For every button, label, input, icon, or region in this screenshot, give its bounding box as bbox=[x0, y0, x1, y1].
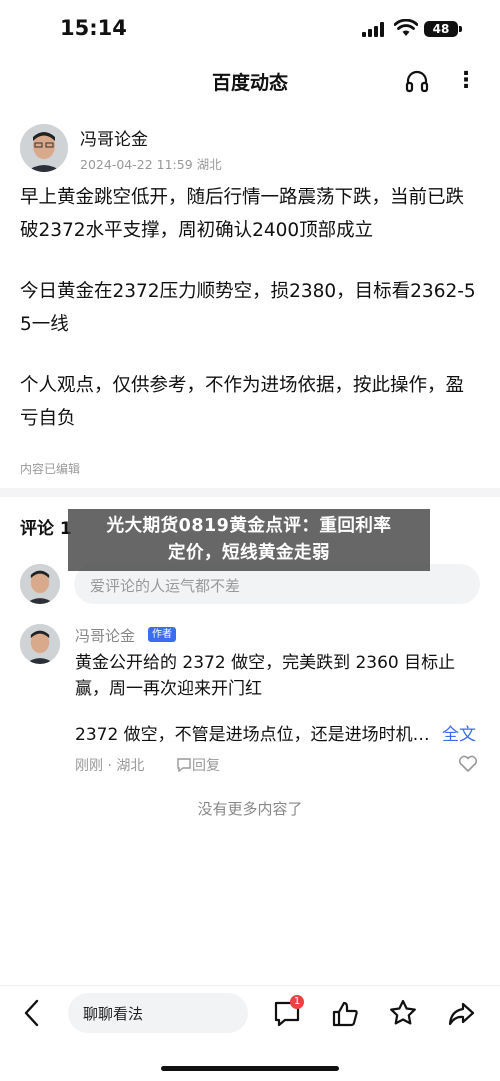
comment-count-badge: 1 bbox=[290, 995, 304, 1009]
post-paragraph: 今日黄金在2372压力顺势空，损2380，目标看2362-55一线 bbox=[20, 281, 476, 335]
home-indicator[interactable] bbox=[161, 1066, 339, 1071]
edited-label: 内容已编辑 bbox=[20, 462, 81, 476]
reply-label: 回复 bbox=[192, 758, 220, 774]
post-paragraph: 个人观点，仅供参考，不作为进场依据，按此操作，盈亏自负 bbox=[20, 375, 465, 429]
wifi-icon bbox=[394, 19, 418, 36]
headphones-icon[interactable] bbox=[404, 68, 430, 94]
expand-full-text-link[interactable]: 全文 bbox=[442, 722, 476, 748]
commenter-name[interactable]: 冯哥论金 bbox=[75, 625, 135, 646]
section-divider bbox=[0, 488, 500, 497]
comments-title: 评论 1 bbox=[20, 519, 72, 539]
star-icon[interactable] bbox=[388, 998, 418, 1028]
status-time: 15:14 bbox=[60, 16, 127, 40]
back-icon[interactable] bbox=[20, 998, 46, 1028]
more-options-icon[interactable]: ⋮ bbox=[455, 66, 477, 96]
chat-input-label: 聊聊看法 bbox=[83, 1005, 144, 1023]
reply-icon bbox=[177, 758, 191, 773]
share-icon[interactable] bbox=[446, 999, 476, 1029]
commenter-avatar[interactable] bbox=[20, 624, 60, 664]
battery-indicator: 48 bbox=[424, 21, 458, 37]
comment-meta: 刚刚 · 湖北 bbox=[75, 758, 145, 774]
author-name[interactable]: 冯哥论金 bbox=[80, 125, 148, 150]
my-avatar bbox=[20, 564, 60, 604]
chat-input[interactable]: 聊聊看法 bbox=[68, 993, 248, 1033]
headline-line-1: 光大期货0819黄金点评：重回利率 bbox=[106, 516, 392, 536]
comment-text: 黄金公开给的 2372 做空，完美跌到 2360 目标止赢，周一再次迎来开门红 bbox=[75, 653, 456, 699]
headline-line-2: 定价，短线黄金走弱 bbox=[168, 543, 330, 563]
post-paragraph: 早上黄金跳空低开，随后行情一路震荡下跌，当前已跌破2372水平支撑，周初确认24… bbox=[20, 187, 465, 241]
headline-overlay-text: 光大期货0819黄金点评：重回利率 定价，短线黄金走弱 bbox=[68, 509, 430, 567]
reply-button[interactable]: 回复 bbox=[176, 755, 220, 775]
post-timestamp-location: 2024-04-22 11:59 湖北 bbox=[80, 157, 222, 172]
bottom-bar-border bbox=[0, 985, 500, 986]
comment-text-truncated: 2372 做空，不管是进场点位，还是进场时机，都是非常精准的 bbox=[75, 725, 431, 745]
thumbs-up-icon[interactable] bbox=[330, 999, 360, 1029]
author-badge: 作者 bbox=[148, 627, 176, 642]
like-heart-icon[interactable] bbox=[458, 755, 478, 773]
author-avatar[interactable] bbox=[20, 124, 68, 172]
no-more-content: 没有更多内容了 bbox=[197, 800, 303, 818]
comment-input-placeholder: 爱评论的人运气都不差 bbox=[90, 577, 241, 595]
post-body: 早上黄金跳空低开，随后行情一路震荡下跌，当前已跌破2372水平支撑，周初确认24… bbox=[20, 182, 478, 464]
battery-nub bbox=[459, 26, 462, 32]
cellular-signal-icon bbox=[362, 22, 386, 37]
